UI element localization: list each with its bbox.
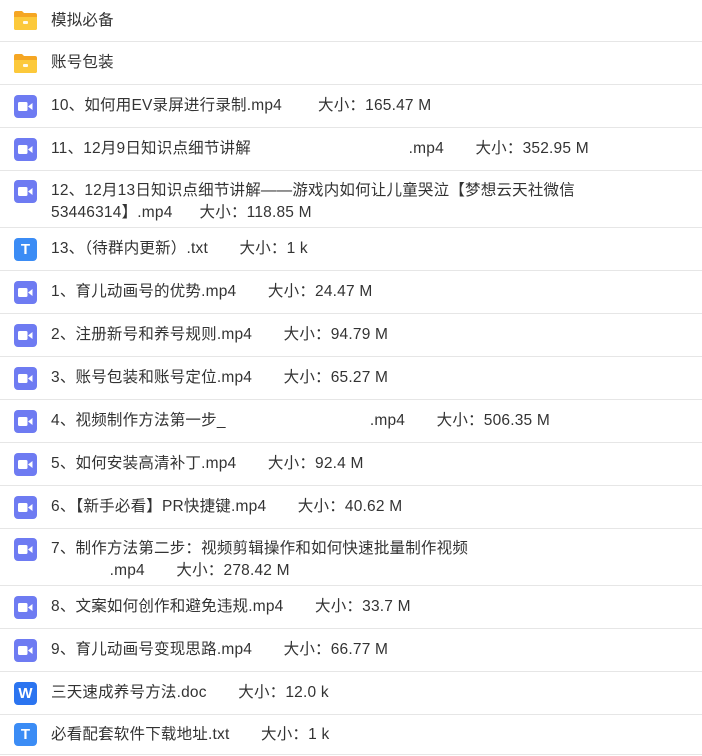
file-row[interactable]: 3、账号包装和账号定位.mp4 大小：65.27 M bbox=[0, 357, 702, 400]
file-row[interactable]: 8、文案如何创作和避免违规.mp4 大小：33.7 M bbox=[0, 586, 702, 629]
video-file-icon bbox=[14, 409, 37, 433]
file-name: 模拟必备 bbox=[51, 11, 114, 29]
file-name: 10、如何用EV录屏进行录制.mp4 大小：165.47 M bbox=[51, 97, 432, 114]
file-name: 7、制作方法第二步：视频剪辑操作和如何快速批量制作视频 .mp4 大小：278.… bbox=[51, 540, 469, 579]
file-name: 12、12月13日知识点细节讲解——游戏内如何让儿童哭泣【梦想云天社微信5344… bbox=[51, 182, 575, 221]
file-name: 2、注册新号和养号规则.mp4 大小：94.79 M bbox=[51, 326, 389, 343]
file-name: 5、如何安装高清补丁.mp4 大小：92.4 M bbox=[51, 455, 364, 472]
video-file-icon bbox=[14, 595, 37, 619]
video-file-icon bbox=[14, 180, 37, 203]
file-name: 账号包装 bbox=[51, 54, 114, 71]
file-row[interactable]: 账号包装 bbox=[0, 42, 702, 85]
file-row[interactable]: 1、育儿动画号的优势.mp4 大小：24.47 M bbox=[0, 271, 702, 314]
video-file-icon bbox=[14, 638, 37, 662]
word-file-icon: W bbox=[14, 681, 37, 705]
file-name: 11、12月9日知识点细节讲解 .mp4 大小：352.95 M bbox=[51, 140, 589, 157]
file-row[interactable]: 11、12月9日知识点细节讲解 .mp4 大小：352.95 M bbox=[0, 128, 702, 171]
file-row[interactable]: 模拟必备 bbox=[0, 0, 702, 42]
file-name: 4、视频制作方法第一步_ .mp4 大小：506.35 M bbox=[51, 412, 550, 429]
file-row[interactable]: 12、12月13日知识点细节讲解——游戏内如何让儿童哭泣【梦想云天社微信5344… bbox=[0, 171, 702, 228]
file-row[interactable]: 10、如何用EV录屏进行录制.mp4 大小：165.47 M bbox=[0, 85, 702, 128]
file-row[interactable]: 7、制作方法第二步：视频剪辑操作和如何快速批量制作视频 .mp4 大小：278.… bbox=[0, 529, 702, 586]
video-file-icon bbox=[14, 137, 37, 161]
video-file-icon bbox=[14, 495, 37, 519]
text-file-icon: T bbox=[14, 237, 37, 261]
video-file-icon bbox=[14, 452, 37, 476]
file-row[interactable]: 9、育儿动画号变现思路.mp4 大小：66.77 M bbox=[0, 629, 702, 672]
file-row[interactable]: 6、【新手必看】PR快捷键.mp4 大小：40.62 M bbox=[0, 486, 702, 529]
file-name: 1、育儿动画号的优势.mp4 大小：24.47 M bbox=[51, 283, 373, 300]
file-name: 必看配套软件下载地址.txt 大小：1 k bbox=[51, 725, 330, 743]
file-name: 9、育儿动画号变现思路.mp4 大小：66.77 M bbox=[51, 641, 389, 658]
video-file-icon bbox=[14, 323, 37, 347]
video-file-icon bbox=[14, 94, 37, 118]
folder-icon bbox=[14, 52, 37, 75]
folder-icon bbox=[14, 9, 37, 32]
file-name: 3、账号包装和账号定位.mp4 大小：65.27 M bbox=[51, 369, 389, 386]
video-file-icon bbox=[14, 538, 37, 561]
file-name: 8、文案如何创作和避免违规.mp4 大小：33.7 M bbox=[51, 598, 411, 615]
file-row[interactable]: T 必看配套软件下载地址.txt 大小：1 k bbox=[0, 715, 702, 755]
file-row[interactable]: 4、视频制作方法第一步_ .mp4 大小：506.35 M bbox=[0, 400, 702, 443]
file-row[interactable]: T 13、（待群内更新）.txt 大小：1 k bbox=[0, 228, 702, 271]
file-name: 6、【新手必看】PR快捷键.mp4 大小：40.62 M bbox=[51, 498, 403, 515]
file-row[interactable]: 5、如何安装高清补丁.mp4 大小：92.4 M bbox=[0, 443, 702, 486]
video-file-icon bbox=[14, 280, 37, 304]
file-row[interactable]: W 三天速成养号方法.doc 大小：12.0 k bbox=[0, 672, 702, 715]
video-file-icon bbox=[14, 366, 37, 390]
file-list: 模拟必备账号包装 10、如何用EV录屏进行录制.mp4 大小：165.47 M 11… bbox=[0, 0, 702, 755]
file-name: 13、（待群内更新）.txt 大小：1 k bbox=[51, 240, 308, 257]
text-file-icon: T bbox=[14, 723, 37, 746]
file-name: 三天速成养号方法.doc 大小：12.0 k bbox=[51, 684, 329, 701]
file-row[interactable]: 2、注册新号和养号规则.mp4 大小：94.79 M bbox=[0, 314, 702, 357]
